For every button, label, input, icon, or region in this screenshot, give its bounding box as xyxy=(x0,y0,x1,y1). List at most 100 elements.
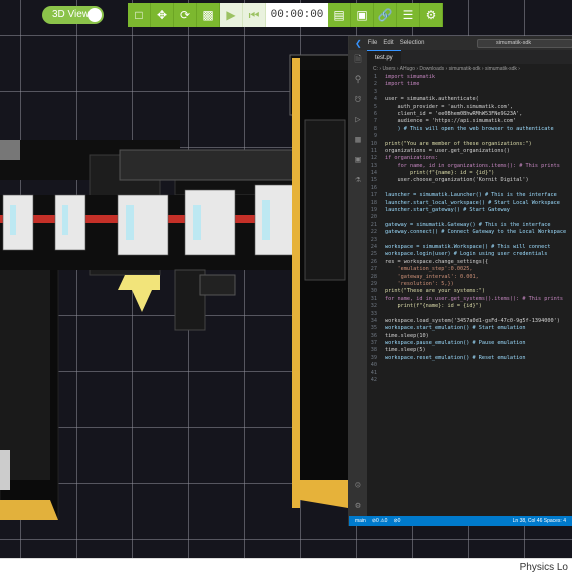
code-line[interactable]: 27 'emulation_step':0.0025, xyxy=(367,266,572,273)
line-text: 'emulation_step':0.0025, xyxy=(385,266,473,273)
code-line[interactable]: 9 xyxy=(367,133,572,140)
line-text: if organizations: xyxy=(385,155,439,162)
extensions-icon[interactable]: ▦ xyxy=(349,130,367,150)
code-line[interactable]: 26 res = workspace.change_settings({ xyxy=(367,259,572,266)
settings-icon[interactable]: ⚙ xyxy=(420,3,443,27)
line-text: workspace.pause_emulation() # Pause emul… xyxy=(385,340,526,347)
code-line[interactable]: 38 time.sleep(5) xyxy=(367,347,572,354)
code-line[interactable]: 20 xyxy=(367,214,572,221)
menu-selection[interactable]: Selection xyxy=(400,40,425,46)
code-line[interactable]: 19 launcher.start_gateway() # Start Gatew… xyxy=(367,207,572,214)
vscode-statusbar: main ⊘0 ⚠0 ⊘0 Ln 38, Col 46 Spaces: 4 xyxy=(349,516,572,526)
line-text: import simumatik xyxy=(385,74,435,80)
code-line[interactable]: 4 user = simumatik.authenticate( xyxy=(367,96,572,103)
problems-label[interactable]: ⊘0 ⚠0 xyxy=(372,516,388,526)
layout-icon[interactable]: □ xyxy=(128,3,151,27)
search-icon[interactable]: ⚲ xyxy=(349,70,367,90)
line-text: gateway = simumatik.Gateway() # This is … xyxy=(385,221,551,228)
code-line[interactable]: 25 workspace.login(user) # Login using us… xyxy=(367,251,572,258)
line-number: 40 xyxy=(370,362,377,369)
physics-label: Physics Lo xyxy=(519,562,568,573)
code-line[interactable]: 6 client_id = 'ee0Bhem0BhwRMhW53FNe9G23A… xyxy=(367,111,572,118)
code-line[interactable]: 22 gateway.connect() # Connect Gateway to… xyxy=(367,229,572,236)
line-number: 25 xyxy=(370,251,377,258)
line-text: workspace.login(user) # Login using user… xyxy=(385,251,548,258)
testing-icon[interactable]: ⚗ xyxy=(349,170,367,190)
code-line[interactable]: 2 import time xyxy=(367,81,572,88)
code-line[interactable]: 17 launcher = simumatik.Launcher() # This… xyxy=(367,192,572,199)
rotate-icon[interactable]: ⟳ xyxy=(174,3,197,27)
branch-label[interactable]: main xyxy=(355,516,366,526)
code-line[interactable]: 5 auth_provider = 'auth.simumatik.com', xyxy=(367,104,572,111)
code-line[interactable]: 24 workspace = simumatik.Workspace() # Th… xyxy=(367,244,572,251)
camera-icon[interactable]: ▩ xyxy=(197,3,220,27)
line-number: 9 xyxy=(373,133,377,140)
screenshot-icon[interactable]: ▣ xyxy=(351,3,374,27)
3d-view-toggle[interactable]: 3D View xyxy=(42,6,104,24)
reset-button[interactable]: ⏮ xyxy=(243,3,266,27)
line-text: print(f"{name}: id = {id}") xyxy=(385,170,495,177)
code-line[interactable]: 1 import simumatik xyxy=(367,74,572,81)
code-line[interactable]: 18 launcher.start_local_workspace() # Sta… xyxy=(367,200,572,207)
code-line[interactable]: 21 gateway = simumatik.Gateway() # This i… xyxy=(367,222,572,229)
remote-icon[interactable]: ▣ xyxy=(349,150,367,170)
play-button[interactable]: ▶ xyxy=(220,3,243,27)
code-line[interactable]: 8 ) # This will open the web browser to … xyxy=(367,126,572,133)
line-text: import time xyxy=(385,81,420,88)
move-icon[interactable]: ✥ xyxy=(151,3,174,27)
list-icon[interactable]: ☰ xyxy=(397,3,420,27)
code-line[interactable]: 14 print(f"{name}: id = {id}") xyxy=(367,170,572,177)
code-line[interactable]: 34 workspace.load_system('3457a0d1-gsFd-4… xyxy=(367,318,572,325)
link-icon[interactable]: 🔗 xyxy=(374,3,397,27)
vscode-window[interactable]: ❮ File Edit Selection simumatik-sdk 🗎 ⚲ … xyxy=(348,36,572,526)
line-number: 34 xyxy=(370,317,377,324)
code-line[interactable]: 28 'gateway_interval': 0.001, xyxy=(367,274,572,281)
ports-label[interactable]: ⊘0 xyxy=(393,516,400,526)
3d-view-label: 3D View xyxy=(52,9,90,20)
source-control-icon[interactable]: ☋ xyxy=(349,90,367,110)
code-line[interactable]: 16 xyxy=(367,185,572,192)
manage-gear-icon[interactable]: ⚙ xyxy=(349,496,367,516)
line-text: 'gateway_interval': 0.001, xyxy=(385,273,479,280)
breadcrumb: C: › Users › AHugo › Downloads › simumat… xyxy=(373,66,520,72)
code-line[interactable]: 36 time.sleep(10) xyxy=(367,333,572,340)
menu-edit[interactable]: Edit xyxy=(383,40,393,46)
code-line[interactable]: 11 organizations = user.get_organizations… xyxy=(367,148,572,155)
cursor-position[interactable]: Ln 38, Col 46 Spaces: 4 xyxy=(513,516,566,526)
code-line[interactable]: 29 'resolution': 5,}) xyxy=(367,281,572,288)
tab-test-py[interactable]: test.py xyxy=(367,50,401,64)
code-line[interactable]: 23 xyxy=(367,237,572,244)
line-text: ) # This will open the web browser to au… xyxy=(385,125,554,132)
run-debug-icon[interactable]: ▷ xyxy=(349,110,367,130)
line-text: client_id = 'ee0Bhem0BhwRMhW53FNe9G23A', xyxy=(385,110,523,117)
code-editor[interactable]: test.py C: › Users › AHugo › Downloads ›… xyxy=(367,50,572,516)
code-line[interactable]: 12 if organizations: xyxy=(367,155,572,162)
account-icon[interactable]: ☺ xyxy=(349,476,367,496)
line-number: 10 xyxy=(370,140,377,147)
code-line[interactable]: 3 xyxy=(367,89,572,96)
monitor-icon[interactable]: ▤ xyxy=(328,3,351,27)
code-line[interactable]: 37 workspace.pause_emulation() # Pause em… xyxy=(367,340,572,347)
code-line[interactable]: 33 xyxy=(367,311,572,318)
line-number: 5 xyxy=(373,103,377,110)
code-line[interactable]: 42 xyxy=(367,377,572,384)
explorer-icon[interactable]: 🗎 xyxy=(349,50,367,70)
code-line[interactable]: 40 xyxy=(367,362,572,369)
code-line[interactable]: 30 print("These are your systems:") xyxy=(367,288,572,295)
code-area[interactable]: 1 import simumatik 2 import time 3 4 user = si… xyxy=(367,74,572,384)
code-line[interactable]: 15 user.choose_organization('Kornit Digi… xyxy=(367,177,572,184)
code-line[interactable]: 41 xyxy=(367,370,572,377)
vscode-logo-icon: ❮ xyxy=(355,38,362,48)
menu-file[interactable]: File xyxy=(368,40,378,46)
3d-viewport[interactable]: 3D View □ ✥ ⟳ ▩ ▶ ⏮ 00:00:00 ▤ ▣ 🔗 ☰ ⚙ ❮… xyxy=(0,0,572,558)
code-line[interactable]: 39 workspace.reset_emulation() # Reset em… xyxy=(367,355,572,362)
code-line[interactable]: 31 for name, id in user.get_systems().ite… xyxy=(367,296,572,303)
code-line[interactable]: 13 for name, id in organizations.items()… xyxy=(367,163,572,170)
code-line[interactable]: 32 print(f"{name}: id = {id}") xyxy=(367,303,572,310)
line-number: 37 xyxy=(370,340,377,347)
code-line[interactable]: 7 audience = 'https://api.simumatik.com' xyxy=(367,118,572,125)
code-line[interactable]: 35 workspace.start_emulation() # Start em… xyxy=(367,325,572,332)
code-line[interactable]: 10 print("You are member of these organiz… xyxy=(367,141,572,148)
command-search[interactable]: simumatik-sdk xyxy=(477,39,572,48)
view-toolbar: □ ✥ ⟳ ▩ xyxy=(128,3,220,27)
